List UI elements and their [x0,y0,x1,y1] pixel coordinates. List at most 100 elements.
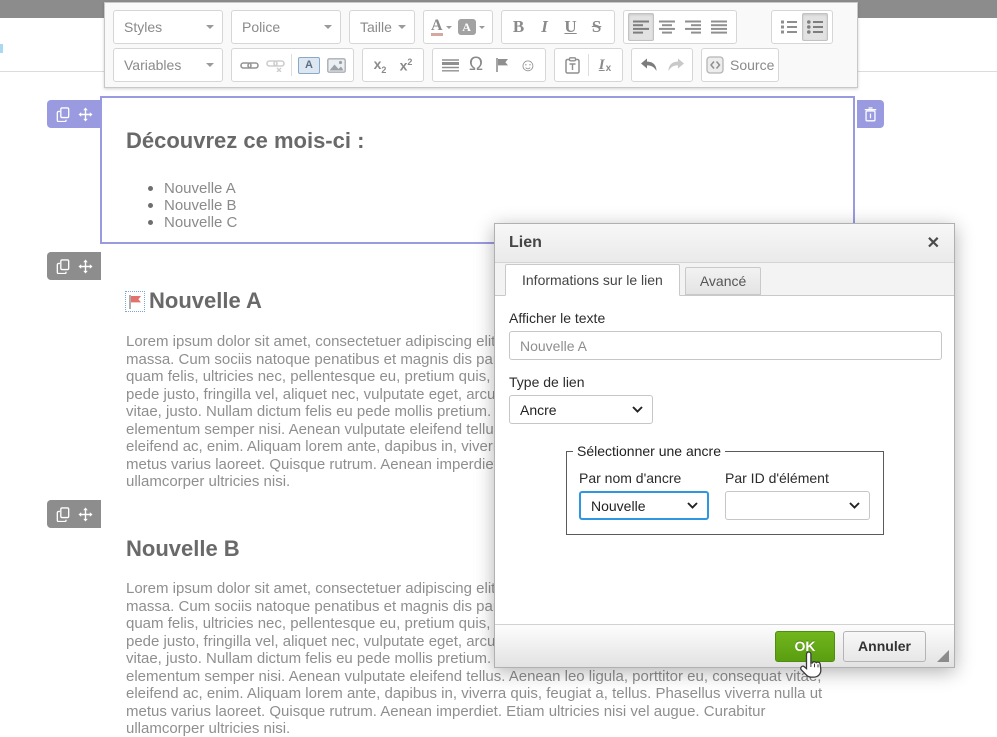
text-color-button[interactable]: A [428,13,455,41]
align-left-button[interactable] [628,13,654,41]
align-left-icon [633,20,649,34]
background-color-button[interactable]: A [455,13,488,41]
close-icon[interactable]: ✕ [927,233,940,253]
unlink-button[interactable] [262,51,288,79]
insert-group: Ω ☺ [432,48,546,82]
variables-dropdown[interactable]: Variables [113,48,223,82]
article-a-heading[interactable]: Nouvelle A [149,288,262,314]
bold-button[interactable]: B [506,13,532,41]
italic-button[interactable]: I [532,13,558,41]
intro-heading[interactable]: Découvrez ce mois-ci : [126,128,364,154]
chevron-down-icon [687,502,698,509]
bullet-list-button[interactable] [802,13,828,41]
copy-icon[interactable] [56,107,70,122]
clipboard-group: I x [554,48,623,82]
anchor-link-c[interactable]: Nouvelle C [164,214,237,231]
font-size-dropdown[interactable]: Taille [349,10,415,44]
background-color-icon: A [458,19,476,35]
toolbar-separator [588,54,589,76]
dialog-title: Lien [509,234,542,252]
horizontal-rule-button[interactable] [437,51,463,79]
bullet-list-icon [807,20,823,34]
chevron-down-icon [849,502,860,509]
toolbar-row-2: Variables [113,48,779,82]
anchor-by-id-select[interactable] [725,491,870,520]
move-icon[interactable] [78,107,93,122]
caret-down-icon [446,26,452,29]
align-right-icon [685,20,701,34]
dialog-titlebar[interactable]: Lien ✕ [495,224,954,263]
cancel-button[interactable]: Annuler [843,631,926,662]
omega-icon: Ω [469,54,483,76]
editor-page: Styles Police Taille A A [0,0,997,737]
underline-button[interactable]: U [558,13,584,41]
image-button[interactable] [323,51,349,79]
numbered-list-button[interactable] [776,13,802,41]
anchor-select-group: Sélectionner une ancre Par nom d'ancre N… [566,451,884,535]
anchor-by-name-column: Par nom d'ancre Nouvelle [579,470,709,520]
link-type-select[interactable]: Ancre [509,395,653,424]
move-icon[interactable] [78,507,93,522]
subscript-button[interactable]: x2 [367,51,393,79]
list-item[interactable]: Nouvelle A [148,180,237,197]
justify-button[interactable] [706,13,732,41]
article-b-heading[interactable]: Nouvelle B [126,536,240,562]
block-intro-delete[interactable] [857,100,884,128]
list-item[interactable]: Nouvelle B [148,197,237,214]
strikethrough-button[interactable]: S [584,13,610,41]
paste-text-button[interactable] [559,51,585,79]
smiley-icon: ☺ [519,55,537,76]
anchor-link-b[interactable]: Nouvelle B [164,197,237,214]
remove-format-icon: I [599,57,605,74]
text-color-icon: A [431,18,443,36]
underline-icon: U [564,17,576,37]
link-button[interactable] [236,51,262,79]
resize-handle[interactable] [937,650,949,662]
tab-link-info[interactable]: Informations sur le lien [505,264,680,296]
redo-button[interactable] [662,51,688,79]
italic-icon: I [541,17,548,37]
anchor-flag-red-icon [128,294,142,310]
align-center-button[interactable] [654,13,680,41]
mouse-cursor-pointer [797,650,823,685]
undo-button[interactable] [636,51,662,79]
toolbar-row-1: Styles Police Taille A A [113,10,833,44]
font-dropdown[interactable]: Police [231,10,341,44]
special-char-button[interactable]: Ω [463,51,489,79]
copy-icon[interactable] [56,259,70,274]
anchor-by-name-select[interactable]: Nouvelle [579,491,709,520]
anchor-link-a[interactable]: Nouvelle A [164,180,236,197]
styles-dropdown[interactable]: Styles [113,10,223,44]
horizontal-rule-icon [442,59,459,72]
smiley-button[interactable]: ☺ [515,51,541,79]
numbered-list-icon [781,20,797,34]
anchor-by-name-value: Nouvelle [591,498,645,514]
list-item[interactable]: Nouvelle C [148,214,237,231]
tab-advanced[interactable]: Avancé [685,267,761,295]
caret-down-icon [479,26,485,29]
block-intro-actions [47,100,101,128]
list-group [771,10,833,44]
block-b-actions [47,500,101,528]
styles-dropdown-label: Styles [124,19,162,35]
caret-down-icon [206,63,214,67]
dialog-footer: OK Annuler [495,624,954,667]
subsup-group: x2 x2 [362,48,424,82]
copy-icon[interactable] [56,507,70,522]
anchor-flag-icon [495,57,509,73]
anchor-by-id-label: Par ID d'élément [725,470,870,486]
superscript-button[interactable]: x2 [393,51,419,79]
source-button[interactable]: Source [701,48,779,82]
link-type-label: Type de lien [509,374,940,390]
placeholder-button[interactable]: A [295,51,323,79]
anchor-button[interactable] [489,51,515,79]
anchor-marker[interactable] [125,291,145,312]
align-right-button[interactable] [680,13,706,41]
display-text-input[interactable] [509,331,942,360]
undo-icon [640,58,659,72]
bold-icon: B [513,17,524,37]
subscript-icon: x2 [374,56,387,75]
remove-format-button[interactable]: I x [592,51,618,79]
move-icon[interactable] [78,259,93,274]
caret-down-icon [324,25,332,29]
